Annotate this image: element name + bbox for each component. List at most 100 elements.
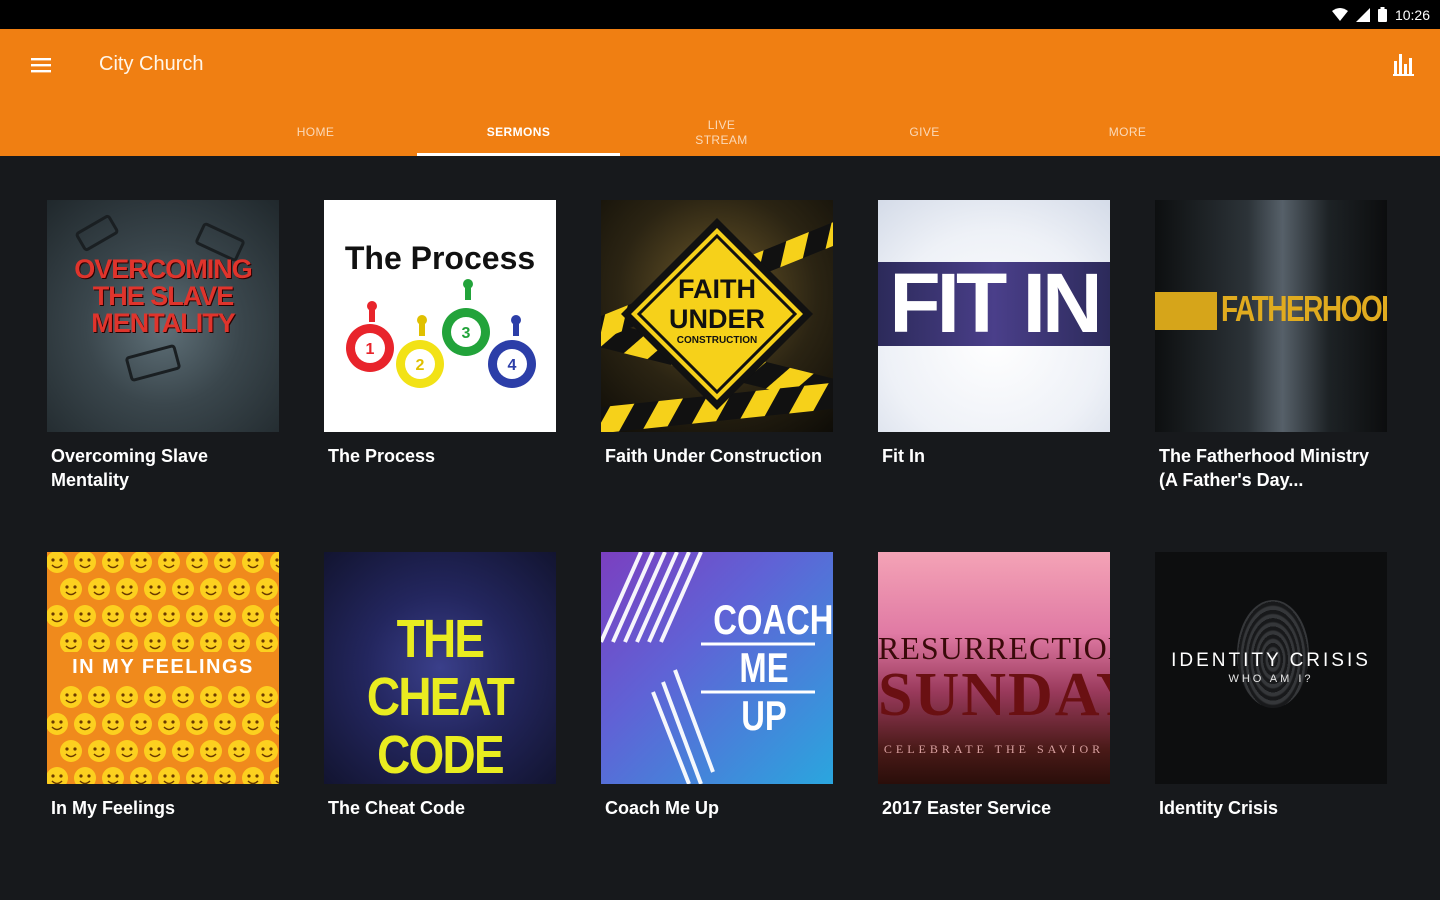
construction-sign-illustration: FAITH UNDER CONSTRUCTION (601, 216, 833, 432)
artwork-band (1155, 292, 1217, 330)
sermon-artwork: FATHERHOOD (1155, 200, 1387, 432)
emoji-face-icon (130, 605, 152, 627)
emoji-face-icon (256, 578, 278, 600)
emoji-face-icon (47, 767, 68, 784)
emoji-face-icon (116, 740, 138, 762)
artwork-text: IDENTITY CRISIS (1171, 650, 1371, 671)
artwork-text: IN MY FEELINGS (72, 656, 254, 678)
emoji-face-icon (256, 740, 278, 762)
sermon-card-coach-me-up[interactable]: COACH ME UP Coach Me Up (601, 552, 833, 844)
svg-text:UNDER: UNDER (669, 304, 765, 334)
artwork-text: FIT IN (889, 256, 1102, 350)
emoji-face-icon (242, 713, 264, 735)
emoji-face-icon (200, 686, 222, 708)
hamburger-menu-icon[interactable] (28, 53, 54, 77)
emoji-face-icon (47, 713, 68, 735)
tab-home[interactable]: HOME (214, 109, 417, 156)
emoji-face-icon (270, 552, 279, 573)
sermon-card-the-cheat-code[interactable]: THE CHEAT CODE The Cheat Code (324, 552, 556, 844)
artwork-text: WHO AM I? (1228, 673, 1314, 685)
battery-icon (1377, 7, 1387, 22)
sermon-card-the-process[interactable]: The Process 1 2 3 4 The Process (324, 200, 556, 492)
sermon-artwork: IN MY FEELINGS (47, 552, 279, 784)
emoji-face-icon (102, 713, 124, 735)
status-time: 10:26 (1394, 6, 1430, 23)
emoji-face-icon (214, 605, 236, 627)
emoji-face-icon (130, 767, 152, 784)
emoji-face-icon (200, 740, 222, 762)
wifi-icon (1331, 7, 1348, 22)
emoji-face-icon (116, 686, 138, 708)
sermon-card-2017-easter-service[interactable]: RESURRECTION SUNDAY CELEBRATE THE SAVIOR… (878, 552, 1110, 844)
svg-text:FAITH: FAITH (678, 274, 756, 304)
sermon-title: Overcoming Slave Mentality (51, 446, 209, 490)
sermon-artwork: RESURRECTION SUNDAY CELEBRATE THE SAVIOR (878, 552, 1110, 784)
tab-more[interactable]: MORE (1026, 109, 1229, 156)
sermon-title: The Process (328, 446, 436, 466)
bar-chart-icon[interactable] (1392, 51, 1416, 77)
signal-icon (1355, 7, 1370, 22)
emoji-face-icon (74, 552, 96, 573)
emoji-face-icon (270, 713, 279, 735)
sermon-card-faith-under-construction[interactable]: FAITH UNDER CONSTRUCTION Faith Under Con… (601, 200, 833, 492)
emoji-face-icon (47, 605, 68, 627)
emoji-face-icon (60, 578, 82, 600)
artwork-text: SUNDAY (878, 661, 1110, 729)
sermon-card-fit-in[interactable]: FIT IN Fit In (878, 200, 1110, 492)
sermon-card-identity-crisis[interactable]: IDENTITY CRISIS WHO AM I? Identity Crisi… (1155, 552, 1387, 844)
emoji-face-icon (74, 767, 96, 784)
emoji-face-icon (144, 686, 166, 708)
status-bar: 10:26 (0, 0, 1440, 29)
sermon-card-fatherhood-ministry[interactable]: FATHERHOOD The Fatherhood Ministry (A Fa… (1155, 200, 1387, 492)
emoji-face-icon (186, 605, 208, 627)
emoji-face-icon (200, 632, 222, 654)
emoji-face-icon (186, 552, 208, 573)
emoji-face-icon (74, 605, 96, 627)
emoji-face-icon (270, 605, 279, 627)
emoji-face-icon (102, 605, 124, 627)
sermon-title: The Cheat Code (328, 798, 466, 818)
tab-live-stream[interactable]: LIVE STREAM (620, 109, 823, 156)
emoji-face-icon (74, 713, 96, 735)
emoji-face-icon (228, 740, 250, 762)
app-bar: City Church HOME SERMONS LIVE STREAM GIV… (0, 29, 1440, 156)
emoji-face-icon (256, 632, 278, 654)
sermon-title: The Fatherhood Ministry (A Father's Day.… (1159, 446, 1370, 490)
sermon-card-in-my-feelings[interactable]: IN MY FEELINGS In My Feelings (47, 552, 279, 844)
emoji-face-icon (256, 686, 278, 708)
gears-illustration: 1 2 3 4 (346, 279, 536, 388)
emoji-face-icon (144, 632, 166, 654)
emoji-face-icon (47, 552, 68, 573)
emoji-face-icon (130, 552, 152, 573)
tab-sermons[interactable]: SERMONS (417, 109, 620, 156)
emoji-face-icon (88, 686, 110, 708)
emoji-face-icon (60, 632, 82, 654)
sermon-card-overcoming-slave-mentality[interactable]: OVERCOMING THE SLAVE MENTALITY Overcomin… (47, 200, 279, 492)
emoji-face-icon (102, 767, 124, 784)
emoji-face-icon (116, 632, 138, 654)
emoji-face-icon (144, 740, 166, 762)
emoji-face-icon (172, 632, 194, 654)
sermon-artwork: FAITH UNDER CONSTRUCTION (601, 200, 833, 432)
artwork-text: OVERCOMING THE SLAVE MENTALITY (74, 254, 253, 338)
emoji-face-icon (228, 632, 250, 654)
emoji-face-icon (228, 578, 250, 600)
emoji-face-icon (186, 767, 208, 784)
svg-text:4: 4 (508, 357, 517, 374)
emoji-face-icon (158, 552, 180, 573)
emoji-face-icon (158, 767, 180, 784)
emoji-face-icon (214, 767, 236, 784)
artwork-text: CELEBRATE THE SAVIOR (883, 742, 1105, 756)
emoji-face-icon (172, 740, 194, 762)
sermon-title: In My Feelings (51, 798, 176, 818)
tab-give[interactable]: GIVE (823, 109, 1026, 156)
sermon-artwork: IDENTITY CRISIS WHO AM I? (1155, 552, 1387, 784)
emoji-face-icon (88, 578, 110, 600)
sermon-title: Faith Under Construction (605, 446, 822, 466)
emoji-face-icon (242, 552, 264, 573)
sermon-artwork: FIT IN (878, 200, 1110, 432)
emoji-face-icon (88, 740, 110, 762)
svg-text:2: 2 (416, 357, 425, 374)
artwork-text: COACH ME UP (713, 596, 833, 739)
sermon-artwork: COACH ME UP (601, 552, 833, 784)
